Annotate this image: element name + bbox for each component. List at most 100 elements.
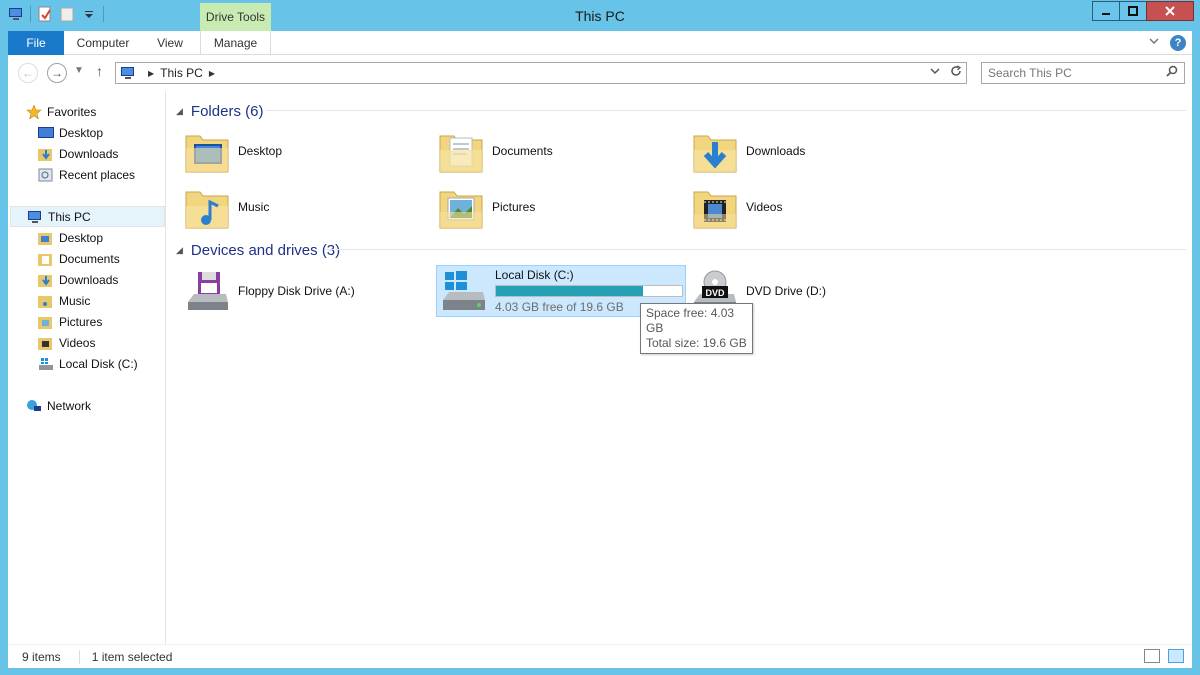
tooltip-space-free: Space free: 4.03 GB — [646, 306, 735, 335]
close-button[interactable] — [1146, 1, 1194, 21]
group-header-devices[interactable]: ◢ Devices and drives (3) — [176, 240, 340, 260]
ribbon-tabs: File Computer View Manage ? — [8, 31, 1192, 55]
address-row: ← → ▼ ↑ ▶ This PC ▶ Search This PC — [8, 55, 1192, 91]
nav-favorites[interactable]: Favorites — [26, 101, 96, 122]
address-bar[interactable]: ▶ This PC ▶ — [115, 62, 967, 84]
nav-this-pc[interactable]: This PC — [10, 206, 165, 227]
status-bar: 9 items 1 item selected — [8, 644, 1192, 668]
drive-floppy[interactable]: Floppy Disk Drive (A:) — [184, 265, 434, 317]
floppy-drive-icon — [184, 268, 230, 314]
status-item-count: 9 items — [22, 649, 61, 664]
nav-label: Recent places — [59, 167, 136, 182]
recent-locations-chevron-icon[interactable]: ▼ — [74, 65, 84, 76]
nav-pc-pictures[interactable]: Pictures — [38, 311, 102, 332]
details-view-icon[interactable] — [1144, 649, 1160, 663]
nav-pc-local-disk[interactable]: Local Disk (C:) — [38, 353, 138, 374]
downloads-folder-icon — [692, 128, 738, 174]
drive-tooltip: Space free: 4.03 GB Total size: 19.6 GB — [640, 303, 753, 354]
this-pc-icon — [27, 210, 43, 224]
folder-label: Music — [238, 200, 270, 214]
nav-label: Downloads — [59, 146, 119, 161]
tab-manage[interactable]: Manage — [200, 31, 271, 55]
folder-pictures[interactable]: Pictures — [438, 181, 688, 233]
folder-label: Downloads — [746, 144, 806, 158]
breadcrumb-this-pc[interactable]: This PC — [160, 66, 203, 80]
folder-label: Documents — [492, 144, 553, 158]
videos-folder-icon — [692, 184, 738, 230]
window-title: This PC — [575, 8, 625, 24]
nav-label: Desktop — [59, 230, 104, 245]
nav-pc-desktop[interactable]: Desktop — [38, 227, 103, 248]
tab-view[interactable]: View — [148, 31, 192, 55]
folder-downloads[interactable]: Downloads — [692, 125, 942, 177]
back-button[interactable]: ← — [18, 63, 38, 83]
group-divider — [266, 110, 1186, 111]
main-area: Favorites Desktop Downloads Recent place… — [8, 91, 1192, 644]
minimize-button[interactable] — [1092, 1, 1120, 21]
collapse-caret-icon[interactable]: ◢ — [176, 106, 183, 117]
folder-music[interactable]: Music — [184, 181, 434, 233]
status-divider — [78, 649, 80, 664]
expand-ribbon-chevron-icon[interactable] — [1148, 35, 1160, 51]
navigation-pane: Favorites Desktop Downloads Recent place… — [8, 91, 166, 644]
window-controls — [1092, 1, 1194, 21]
collapse-caret-icon[interactable]: ◢ — [176, 245, 183, 256]
address-history-chevron-icon[interactable] — [930, 65, 940, 80]
folder-icon — [38, 294, 54, 308]
folder-icon — [38, 336, 54, 350]
search-placeholder: Search This PC — [988, 66, 1072, 80]
nav-label: Pictures — [59, 314, 103, 329]
forward-button[interactable]: → — [47, 63, 67, 83]
folder-desktop[interactable]: Desktop — [184, 125, 434, 177]
folder-videos[interactable]: Videos — [692, 181, 942, 233]
maximize-button[interactable] — [1119, 1, 1147, 21]
nav-network[interactable]: Network — [26, 395, 91, 416]
tab-file[interactable]: File — [8, 31, 64, 55]
folder-documents[interactable]: Documents — [438, 125, 688, 177]
documents-folder-icon — [438, 128, 484, 174]
nav-network-label: Network — [47, 398, 92, 413]
music-folder-icon — [184, 184, 230, 230]
title-bar: Drive Tools This PC — [0, 0, 1200, 31]
large-icons-view-icon[interactable] — [1168, 649, 1184, 663]
nav-label: Downloads — [59, 272, 119, 287]
dvd-badge: DVD — [705, 288, 725, 298]
group-header-folders[interactable]: ◢ Folders (6) — [176, 101, 263, 121]
this-pc-icon — [120, 66, 136, 80]
breadcrumb-chevron-icon[interactable]: ▶ — [209, 69, 215, 78]
pictures-folder-icon — [438, 184, 484, 230]
nav-pc-music[interactable]: Music — [38, 290, 90, 311]
nav-fav-desktop[interactable]: Desktop — [38, 122, 103, 143]
nav-pc-documents[interactable]: Documents — [38, 248, 120, 269]
nav-label: Music — [59, 293, 91, 308]
folder-label: Desktop — [238, 144, 283, 158]
desktop-icon — [38, 126, 54, 140]
group-title: Folders (6) — [190, 102, 264, 120]
status-selection: 1 item selected — [91, 649, 173, 664]
tooltip-total-size: Total size: 19.6 GB — [646, 336, 747, 350]
view-switcher — [1144, 649, 1184, 663]
folder-icon — [38, 315, 54, 329]
local-disk-icon — [441, 268, 487, 314]
nav-pc-videos[interactable]: Videos — [38, 332, 95, 353]
nav-fav-recent-places[interactable]: Recent places — [38, 164, 135, 185]
recent-places-icon — [38, 168, 54, 182]
drive-label: DVD Drive (D:) — [746, 284, 826, 298]
disk-usage-bar — [495, 285, 683, 297]
group-title: Devices and drives (3) — [190, 241, 341, 259]
search-icon[interactable] — [1166, 63, 1178, 83]
nav-pc-downloads[interactable]: Downloads — [38, 269, 118, 290]
up-button[interactable]: ↑ — [96, 63, 103, 79]
ribbon-right-controls: ? — [1148, 35, 1186, 51]
folder-label: Videos — [746, 200, 783, 214]
help-icon[interactable]: ? — [1170, 35, 1186, 51]
desktop-folder-icon — [184, 128, 230, 174]
nav-fav-downloads[interactable]: Downloads — [38, 143, 118, 164]
tab-computer[interactable]: Computer — [68, 31, 138, 55]
content-pane: ◢ Folders (6) Desktop Documents Download… — [168, 91, 1192, 644]
search-input[interactable]: Search This PC — [981, 62, 1185, 84]
folder-icon — [38, 252, 54, 266]
breadcrumb-chevron-icon[interactable]: ▶ — [148, 69, 154, 78]
folder-label: Pictures — [492, 200, 536, 214]
refresh-icon[interactable] — [950, 65, 962, 80]
